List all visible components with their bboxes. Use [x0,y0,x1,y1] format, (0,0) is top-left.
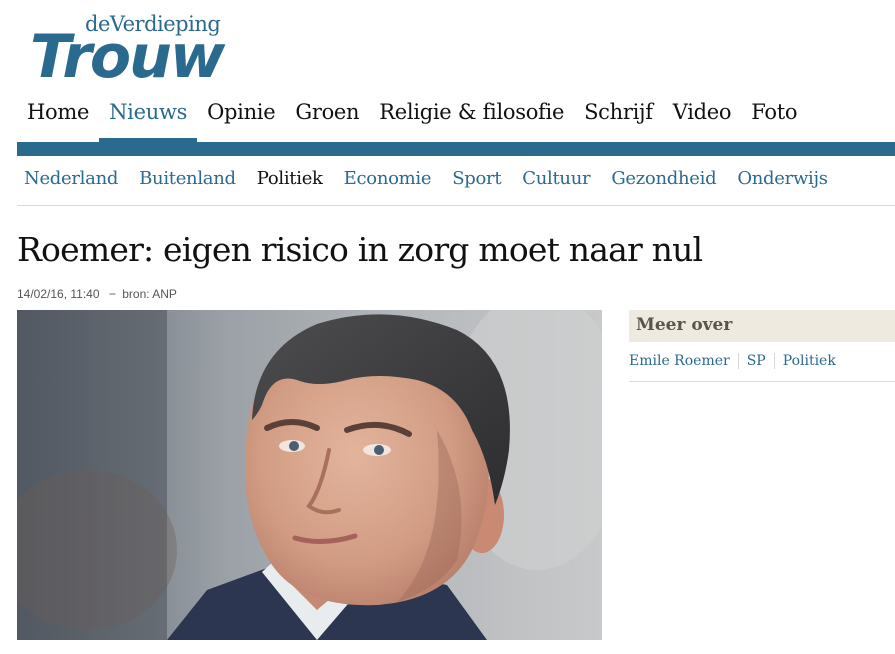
portrait-image [17,310,602,640]
sidebar-meer-over: Meer over Emile Roemer SP Politiek [629,310,895,382]
sub-nav: Nederland Buitenland Politiek Economie S… [17,168,842,189]
page: deVerdieping Trouw Home Nieuws Opinie Gr… [0,0,895,654]
main-nav-nieuws[interactable]: Nieuws [99,96,198,142]
main-nav-religie-filosofie[interactable]: Religie & filosofie [369,96,574,138]
sub-nav-nederland[interactable]: Nederland [17,168,125,189]
sub-nav-sport[interactable]: Sport [445,168,508,189]
main-nav-foto[interactable]: Foto [741,96,807,138]
tag-divider [773,353,775,369]
sub-nav-divider [17,205,895,206]
tag-emile-roemer[interactable]: Emile Roemer [629,353,730,369]
sidebar-divider [629,381,895,382]
main-nav-schrijf[interactable]: Schrijf [574,96,663,138]
tag-divider [737,353,739,369]
sub-nav-buitenland[interactable]: Buitenland [132,168,243,189]
sub-nav-gezondheid[interactable]: Gezondheid [604,168,723,189]
main-nav-opinie[interactable]: Opinie [197,96,285,138]
meta-separator: − [108,287,116,301]
sub-nav-cultuur[interactable]: Cultuur [515,168,597,189]
tag-sp[interactable]: SP [747,353,766,369]
tag-politiek[interactable]: Politiek [783,353,836,369]
sidebar-tag-list: Emile Roemer SP Politiek [629,353,895,369]
article-photo[interactable] [17,310,602,640]
main-nav-video[interactable]: Video [663,96,742,138]
sub-nav-economie[interactable]: Economie [337,168,439,189]
main-nav: Home Nieuws Opinie Groen Religie & filos… [17,96,807,142]
article-meta: 14/02/16, 11:40 − bron: ANP [17,287,177,301]
main-nav-home[interactable]: Home [17,96,99,138]
main-nav-groen[interactable]: Groen [285,96,369,138]
sub-nav-onderwijs[interactable]: Onderwijs [730,168,834,189]
article-headline: Roemer: eigen risico in zorg moet naar n… [17,230,703,269]
article-source: bron: ANP [122,287,177,301]
sub-nav-politiek[interactable]: Politiek [250,168,330,189]
sidebar-heading: Meer over [629,310,895,342]
article-timestamp: 14/02/16, 11:40 [17,287,100,301]
trouw-logo[interactable]: deVerdieping Trouw [30,12,310,92]
logo-title: Trouw [30,22,225,92]
nav-bar [17,142,895,156]
